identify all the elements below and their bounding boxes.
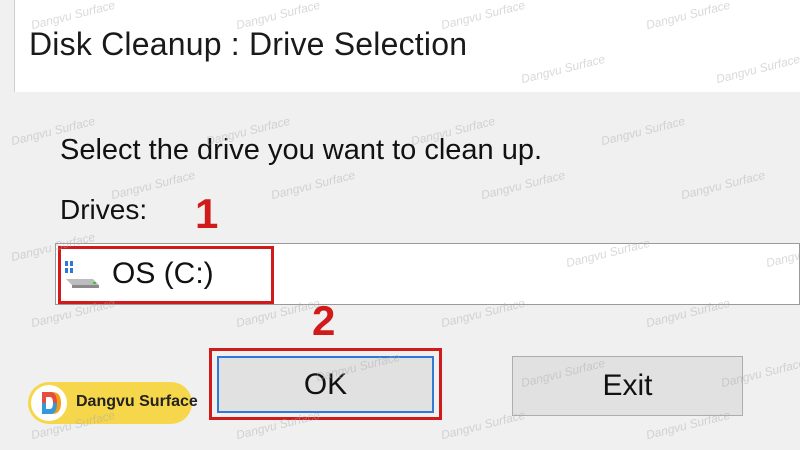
brand-badge-text: Dangvu Surface (76, 393, 198, 410)
step-1-marker: 1 (195, 190, 219, 237)
drive-highlight-box (58, 246, 274, 304)
watermark-text: Dangvu Surface (599, 113, 687, 149)
watermark-text: Dangvu Surface (479, 167, 567, 203)
window-title: Disk Cleanup : Drive Selection (29, 26, 468, 62)
drives-label: Drives: (60, 194, 148, 225)
title-bar: Disk Cleanup : Drive Selection (14, 0, 800, 92)
watermark-text: Dangvu Surface (269, 167, 357, 203)
instruction-text: Select the drive you want to clean up. (60, 134, 543, 166)
watermark-text: Dangvu Surface (679, 167, 767, 203)
dangvu-logo-icon (31, 385, 67, 421)
exit-button[interactable]: Exit (512, 356, 743, 416)
ok-button[interactable]: OK (217, 356, 434, 413)
step-2-marker: 2 (312, 297, 336, 344)
